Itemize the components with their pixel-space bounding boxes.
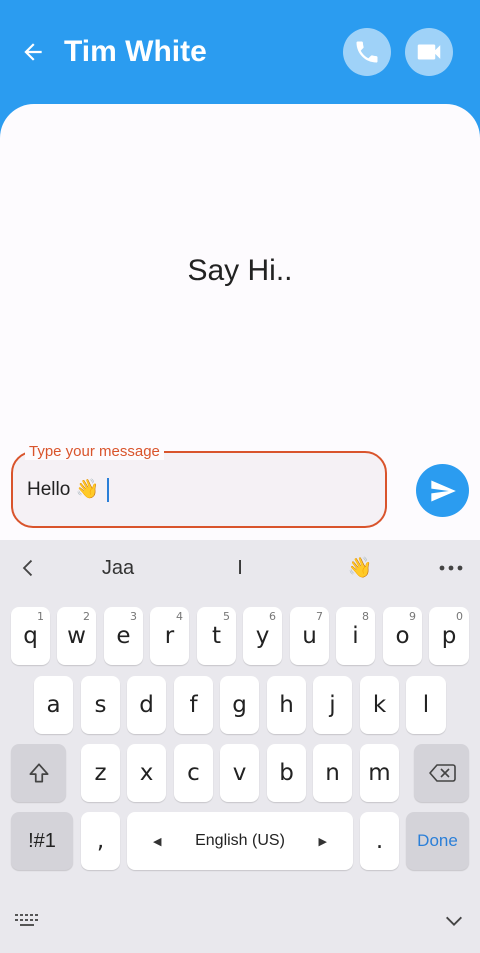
key-w[interactable]: w2 xyxy=(57,607,96,665)
video-call-button[interactable] xyxy=(405,28,453,76)
more-options-button[interactable] xyxy=(438,558,464,583)
key-e[interactable]: e3 xyxy=(104,607,143,665)
suggestion-bar: Jaa I 👋 xyxy=(0,540,480,596)
caret-left-icon: ◀ xyxy=(153,835,162,848)
key-s[interactable]: s xyxy=(81,676,120,734)
backspace-key[interactable] xyxy=(414,744,469,802)
phone-icon xyxy=(356,41,378,63)
key-u[interactable]: u7 xyxy=(290,607,329,665)
hide-keyboard-button[interactable] xyxy=(442,910,466,937)
key-i[interactable]: i8 xyxy=(336,607,375,665)
suggestion-item[interactable]: I xyxy=(200,554,280,582)
symbols-key[interactable]: !#1 xyxy=(11,812,73,870)
back-button[interactable] xyxy=(18,36,48,68)
keyboard-bottom-bar xyxy=(0,896,480,953)
send-icon xyxy=(430,480,456,501)
caret-right-icon: ▶ xyxy=(318,835,327,848)
key-k[interactable]: k xyxy=(360,676,399,734)
space-key[interactable]: ◀ English (US) ▶ xyxy=(127,812,353,870)
done-key[interactable]: Done xyxy=(406,812,469,870)
key-j[interactable]: j xyxy=(313,676,352,734)
key-r[interactable]: r4 xyxy=(150,607,189,665)
message-input-label: Type your message xyxy=(25,444,164,460)
key-h[interactable]: h xyxy=(267,676,306,734)
done-label: Done xyxy=(417,831,458,850)
chevron-down-icon xyxy=(446,916,462,926)
chat-panel: Say Hi.. Type your message Hello 👋 xyxy=(0,104,480,540)
app-header: Tim White xyxy=(0,0,480,110)
chevron-left-icon xyxy=(22,559,33,577)
suggestion-item[interactable]: 👋 xyxy=(320,554,400,582)
key-b[interactable]: b xyxy=(267,744,306,802)
key-g[interactable]: g xyxy=(220,676,259,734)
message-input[interactable]: Type your message Hello 👋 xyxy=(11,444,387,528)
arrow-left-icon xyxy=(24,43,42,61)
key-l[interactable]: l xyxy=(406,676,446,734)
period-key[interactable]: . xyxy=(360,812,399,870)
contact-name: Tim White xyxy=(64,35,207,68)
key-z[interactable]: z xyxy=(81,744,120,802)
shift-icon xyxy=(28,763,49,783)
key-o[interactable]: o9 xyxy=(383,607,422,665)
key-p[interactable]: p0 xyxy=(429,607,469,665)
suggestion-item[interactable]: Jaa xyxy=(78,554,158,582)
key-f[interactable]: f xyxy=(174,676,213,734)
backspace-icon xyxy=(428,764,456,782)
key-n[interactable]: n xyxy=(313,744,352,802)
key-q[interactable]: q1 xyxy=(11,607,50,665)
comma-key[interactable]: , xyxy=(81,812,120,870)
collapse-suggestions-button[interactable] xyxy=(18,556,40,585)
key-v[interactable]: v xyxy=(220,744,259,802)
soft-keyboard: Jaa I 👋 q1 w2 e3 r4 t5 y6 u7 i8 o9 p0 a … xyxy=(0,540,480,953)
message-input-value: Hello 👋 xyxy=(27,479,100,500)
key-t[interactable]: t5 xyxy=(197,607,236,665)
call-button[interactable] xyxy=(343,28,391,76)
key-x[interactable]: x xyxy=(127,744,166,802)
key-y[interactable]: y6 xyxy=(243,607,282,665)
keyboard-icon xyxy=(15,914,38,926)
language-label: English (US) xyxy=(195,832,285,849)
key-d[interactable]: d xyxy=(127,676,166,734)
video-camera-icon xyxy=(417,44,441,60)
shift-key[interactable] xyxy=(11,744,66,802)
more-horizontal-icon xyxy=(439,565,463,571)
keyboard-switch-button[interactable] xyxy=(14,912,40,935)
key-a[interactable]: a xyxy=(34,676,73,734)
empty-chat-text: Say Hi.. xyxy=(187,254,293,287)
send-button[interactable] xyxy=(416,464,469,517)
key-c[interactable]: c xyxy=(174,744,213,802)
text-cursor xyxy=(107,478,110,502)
key-m[interactable]: m xyxy=(360,744,399,802)
